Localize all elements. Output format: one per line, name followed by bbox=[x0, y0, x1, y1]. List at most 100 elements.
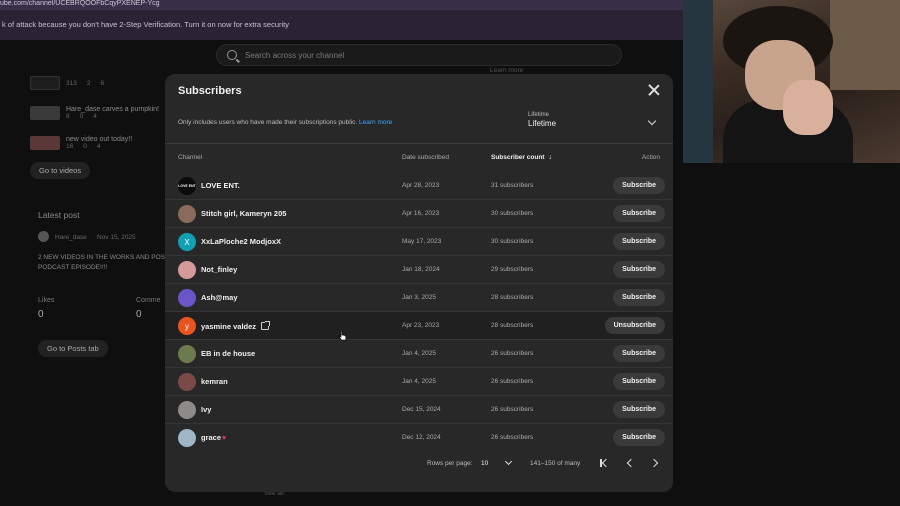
subscribe-button[interactable]: Subscribe bbox=[613, 289, 665, 306]
table-row[interactable]: grace♥ Dec 12, 2024 26 subscribers Subsc… bbox=[165, 424, 673, 452]
avatar: X bbox=[178, 233, 196, 251]
public-subscriptions-note: Only includes users who have made their … bbox=[178, 119, 392, 126]
channel-name[interactable]: Stitch girl, Kameryn 205 bbox=[201, 209, 286, 218]
subscribe-button[interactable]: Subscribe bbox=[613, 373, 665, 390]
subscribe-button[interactable]: Subscribe bbox=[613, 261, 665, 278]
table-row[interactable]: Not_finley Jan 18, 2024 29 subscribers S… bbox=[165, 256, 673, 284]
learn-more-link[interactable]: Learn more bbox=[490, 67, 523, 74]
comment-count: 0 bbox=[83, 143, 87, 150]
post-text: 2 NEW VIDEOS IN THE WORKS AND POS PODCAS… bbox=[38, 254, 166, 271]
subscribe-button[interactable]: Subscribe bbox=[613, 177, 665, 194]
date-subscribed: Jan 18, 2024 bbox=[402, 266, 440, 273]
period-select[interactable]: Lifetime Lifetime bbox=[528, 112, 658, 134]
like-count: 4 bbox=[93, 113, 97, 120]
channel-name-text: yasmine valdez bbox=[201, 322, 257, 331]
avatar-letter: X bbox=[184, 237, 190, 247]
avatar: y bbox=[178, 317, 196, 335]
prev-page-icon[interactable] bbox=[626, 458, 636, 468]
content-row[interactable]: new video out today!! 16 0 4 bbox=[30, 128, 170, 158]
content-list: 313 2 6 Hare_dase carves a pumpkin! 8 0 … bbox=[30, 68, 170, 179]
view-count: 8 bbox=[66, 113, 70, 120]
like-count: 4 bbox=[96, 143, 101, 150]
table-row[interactable]: LOVE ENT LOVE ENT. Apr 28, 2023 31 subsc… bbox=[165, 172, 673, 200]
avatar-text: LOVE ENT bbox=[178, 184, 196, 188]
go-to-posts-button[interactable]: Go to Posts tab bbox=[38, 340, 108, 357]
rows-per-page-select[interactable]: 10 bbox=[481, 460, 488, 467]
first-page-button[interactable] bbox=[601, 458, 611, 468]
channel-name[interactable]: yasmine valdez bbox=[201, 321, 271, 331]
next-page-icon[interactable] bbox=[649, 458, 659, 468]
channel-name[interactable]: kemran bbox=[201, 377, 228, 386]
latest-post-heading: Latest post bbox=[38, 210, 80, 220]
table-row[interactable]: Stitch girl, Kameryn 205 Apr 16, 2023 30… bbox=[165, 200, 673, 228]
table-row[interactable]: EB in de house Jan 4, 2025 26 subscriber… bbox=[165, 340, 673, 368]
subscriber-list: LOVE ENT LOVE ENT. Apr 28, 2023 31 subsc… bbox=[165, 172, 673, 452]
subscribe-button[interactable]: Subscribe bbox=[613, 401, 665, 418]
table-row[interactable]: kemran Jan 4, 2025 26 subscribers Subscr… bbox=[165, 368, 673, 396]
avatar bbox=[178, 205, 196, 223]
close-icon[interactable] bbox=[647, 83, 661, 97]
sort-arrow-icon: ↓ bbox=[548, 154, 552, 161]
column-subscriber-count[interactable]: Subscriber count ↓ bbox=[491, 154, 552, 161]
table-row[interactable]: Ivy Dec 15, 2024 26 subscribers Subscrib… bbox=[165, 396, 673, 424]
subscriber-count: 26 subscribers bbox=[491, 350, 534, 357]
dialog-title: Subscribers bbox=[178, 85, 242, 97]
subscribe-button[interactable]: Subscribe bbox=[613, 205, 665, 222]
content-row[interactable]: Hare_dase carves a pumpkin! 8 0 4 bbox=[30, 98, 170, 128]
channel-name[interactable]: Ivy bbox=[201, 405, 211, 414]
view-count: 313 bbox=[66, 79, 77, 87]
video-thumbnail bbox=[30, 136, 60, 150]
channel-search[interactable]: Search across your channel bbox=[216, 44, 622, 66]
channel-name[interactable]: Ash@may bbox=[201, 293, 238, 302]
date-subscribed: Dec 15, 2024 bbox=[402, 406, 441, 413]
like-count: 6 bbox=[100, 79, 105, 87]
rows-per-page-label: Rows per page: bbox=[427, 460, 473, 467]
channel-name[interactable]: XxLaPloche2 ModjoxX bbox=[201, 237, 281, 246]
comment-count: 0 bbox=[79, 113, 84, 120]
avatar bbox=[38, 231, 49, 242]
date-subscribed: May 17, 2023 bbox=[402, 238, 442, 245]
chevron-down-icon[interactable] bbox=[504, 457, 513, 466]
column-date[interactable]: Date subscribed bbox=[402, 154, 449, 161]
external-link-icon[interactable] bbox=[261, 321, 271, 330]
learn-more-link[interactable]: Learn more bbox=[359, 119, 392, 126]
period-value: Lifetime bbox=[528, 119, 557, 128]
go-to-videos-button[interactable]: Go to videos bbox=[30, 162, 91, 179]
avatar: LOVE ENT bbox=[178, 177, 196, 195]
period-label: Lifetime bbox=[528, 112, 550, 118]
avatar bbox=[178, 345, 196, 363]
channel-name[interactable]: EB in de house bbox=[201, 349, 255, 358]
content-row[interactable]: 313 2 6 bbox=[30, 68, 170, 98]
channel-name[interactable]: grace♥ bbox=[201, 433, 226, 442]
search-input[interactable]: Search across your channel bbox=[245, 51, 344, 60]
table-row[interactable]: Ash@may Jan 3, 2025 28 subscribers Subsc… bbox=[165, 284, 673, 312]
page-range: 141–150 of many bbox=[530, 460, 581, 467]
security-banner: k of attack because you don't have 2-Ste… bbox=[0, 10, 683, 40]
unsubscribe-button[interactable]: Unsubscribe bbox=[604, 317, 665, 334]
avatar bbox=[178, 401, 196, 419]
table-row[interactable]: X XxLaPloche2 ModjoxX May 17, 2023 30 su… bbox=[165, 228, 673, 256]
subscribers-dialog: Subscribers Only includes users who have… bbox=[165, 74, 673, 492]
video-thumbnail bbox=[30, 106, 60, 120]
post-date: Nov 15, 2025 bbox=[97, 234, 136, 241]
channel-name[interactable]: Not_finley bbox=[201, 265, 237, 274]
date-subscribed: Jan 4, 2025 bbox=[402, 378, 436, 385]
url-bar[interactable]: ube.com/channel/UCEBRQOOFbCqyPXENEP-Ycg bbox=[0, 0, 683, 10]
subscribe-button[interactable]: Subscribe bbox=[613, 345, 665, 362]
date-subscribed: Apr 16, 2023 bbox=[402, 210, 440, 217]
subscribe-button[interactable]: Subscribe bbox=[613, 429, 665, 446]
table-row[interactable]: y yasmine valdez Apr 23, 2023 28 subscri… bbox=[165, 312, 673, 340]
channel-name[interactable]: LOVE ENT. bbox=[201, 181, 240, 190]
date-subscribed: Apr 23, 2023 bbox=[402, 322, 440, 329]
video-title: Hare_dase carves a pumpkin! bbox=[66, 106, 159, 113]
date-subscribed: Jan 3, 2025 bbox=[402, 294, 436, 301]
webcam-overlay bbox=[683, 0, 900, 163]
search-icon bbox=[227, 50, 237, 60]
subscriber-count: 28 subscribers bbox=[491, 294, 534, 301]
date-subscribed: Jan 4, 2025 bbox=[402, 350, 436, 357]
subscriber-count: 31 subscribers bbox=[491, 182, 534, 189]
likes-value: 0 bbox=[38, 309, 44, 320]
cursor-icon bbox=[339, 331, 347, 341]
subscriber-count: 26 subscribers bbox=[491, 378, 534, 385]
subscribe-button[interactable]: Subscribe bbox=[613, 233, 665, 250]
